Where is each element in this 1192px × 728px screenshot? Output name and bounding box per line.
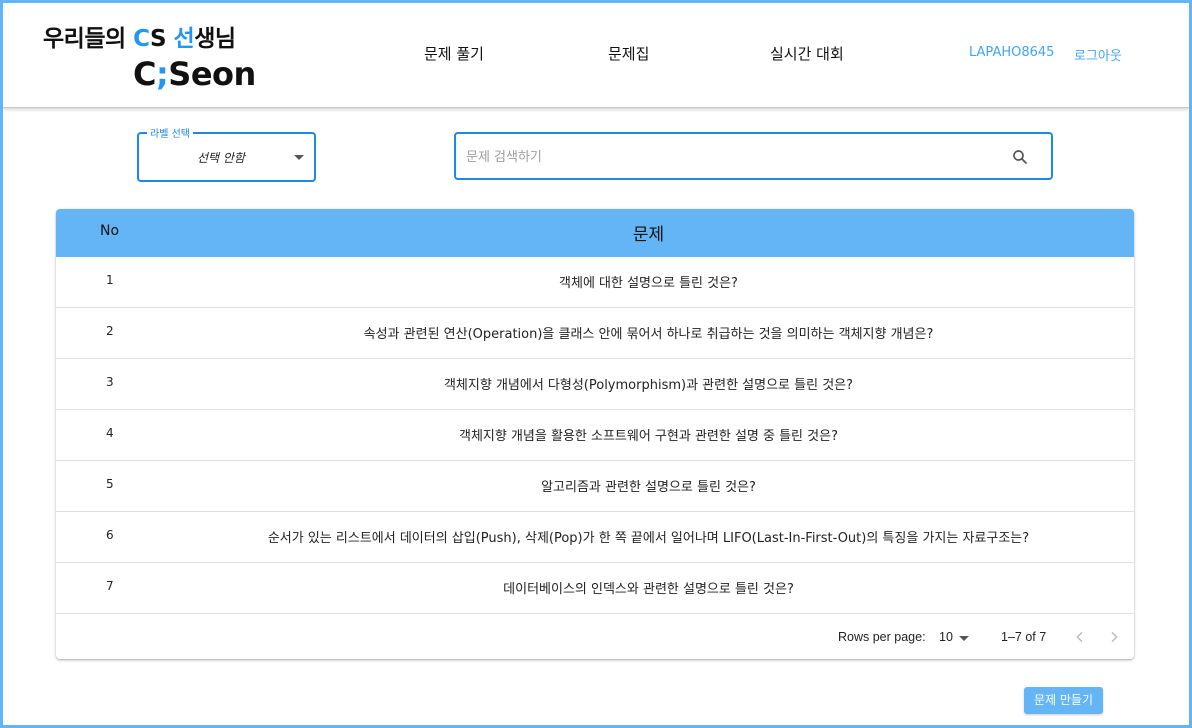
chevron-left-icon[interactable] <box>1072 629 1088 645</box>
logo-wordmark-semicolon: ; <box>155 55 169 93</box>
row-question: 데이터베이스의 인덱스와 관련한 설명으로 틀린 것은? <box>503 582 794 597</box>
table-row[interactable]: 3 객체지향 개념에서 다형성(Polymorphism)과 관련한 설명으로 … <box>56 359 1134 410</box>
username-link[interactable]: LAPAHO8645 <box>969 45 1054 60</box>
table-row[interactable]: 6 순서가 있는 리스트에서 데이터의 삽입(Push), 삭제(Pop)가 한… <box>56 512 1134 563</box>
logo-title-c: C <box>133 26 150 52</box>
caret-down-icon[interactable] <box>959 636 969 641</box>
table-header: No 문제 <box>56 209 1134 257</box>
problem-table: No 문제 1 객체에 대한 설명으로 틀린 것은? 2 속성과 관련된 연산(… <box>56 209 1134 659</box>
row-question: 속성과 관련된 연산(Operation)을 클래스 안에 묶어서 하나로 취급… <box>363 327 934 342</box>
search-input[interactable] <box>466 144 986 170</box>
row-question: 객체에 대한 설명으로 틀린 것은? <box>559 276 738 291</box>
pagination-range: 1–7 of 7 <box>1001 630 1047 644</box>
search-icon[interactable] <box>1011 148 1029 166</box>
logo-title: 우리들의 CS 선생님 <box>43 19 236 53</box>
rows-per-page-select[interactable]: 10 <box>939 630 953 644</box>
create-problem-button[interactable]: 문제 만들기 <box>1024 687 1103 714</box>
row-question: 순서가 있는 리스트에서 데이터의 삽입(Push), 삭제(Pop)가 한 쪽… <box>267 531 1030 546</box>
table-row[interactable]: 5 알고리즘과 관련한 설명으로 틀린 것은? <box>56 461 1134 512</box>
table-row[interactable]: 2 속성과 관련된 연산(Operation)을 클래스 안에 묶어서 하나로 … <box>56 308 1134 359</box>
logo-title-s: S <box>149 26 174 52</box>
caret-down-icon <box>294 155 304 160</box>
column-header-question: 문제 <box>632 225 665 245</box>
rows-per-page-label: Rows per page: <box>838 630 926 644</box>
row-question: 객체지향 개념에서 다형성(Polymorphism)과 관련한 설명으로 틀린… <box>443 378 854 393</box>
nav-solve-problems[interactable]: 문제 풀기 <box>424 43 484 64</box>
table-row[interactable]: 7 데이터베이스의 인덱스와 관련한 설명으로 틀린 것은? <box>56 563 1134 614</box>
logo-title-prefix: 우리들의 <box>43 26 134 52</box>
label-select[interactable]: 라벨 선택 선택 안함 <box>137 125 316 182</box>
label-select-title: 라벨 선택 <box>147 125 193 140</box>
row-question: 객체지향 개념을 활용한 소프트웨어 구현과 관련한 설명 중 틀린 것은? <box>459 429 838 444</box>
table-row[interactable]: 4 객체지향 개념을 활용한 소프트웨어 구현과 관련한 설명 중 틀린 것은? <box>56 410 1134 461</box>
row-question: 알고리즘과 관련한 설명으로 틀린 것은? <box>541 480 756 495</box>
logo-wordmark: C;Seon <box>133 55 256 93</box>
nav-live-contest[interactable]: 실시간 대회 <box>770 43 844 64</box>
table-row[interactable]: 1 객체에 대한 설명으로 틀린 것은? <box>56 257 1134 308</box>
logout-link[interactable]: 로그아웃 <box>1074 45 1122 64</box>
nav-problem-sets[interactable]: 문제집 <box>608 43 649 64</box>
app-header: 우리들의 CS 선생님 C;Seon 문제 풀기 문제집 실시간 대회 LAPA… <box>3 3 1189 108</box>
logo[interactable]: 우리들의 CS 선생님 C;Seon <box>43 19 256 93</box>
table-pagination: Rows per page: 10 1–7 of 7 <box>56 617 1134 659</box>
logo-wordmark-rest: Seon <box>168 55 256 93</box>
logo-title-seon: 선 <box>173 26 195 52</box>
chevron-right-icon[interactable] <box>1106 629 1122 645</box>
search-box <box>454 132 1053 180</box>
label-select-value: 선택 안함 <box>197 151 245 165</box>
logo-wordmark-c: C <box>133 55 156 93</box>
logo-title-suffix: 생님 <box>194 26 236 52</box>
